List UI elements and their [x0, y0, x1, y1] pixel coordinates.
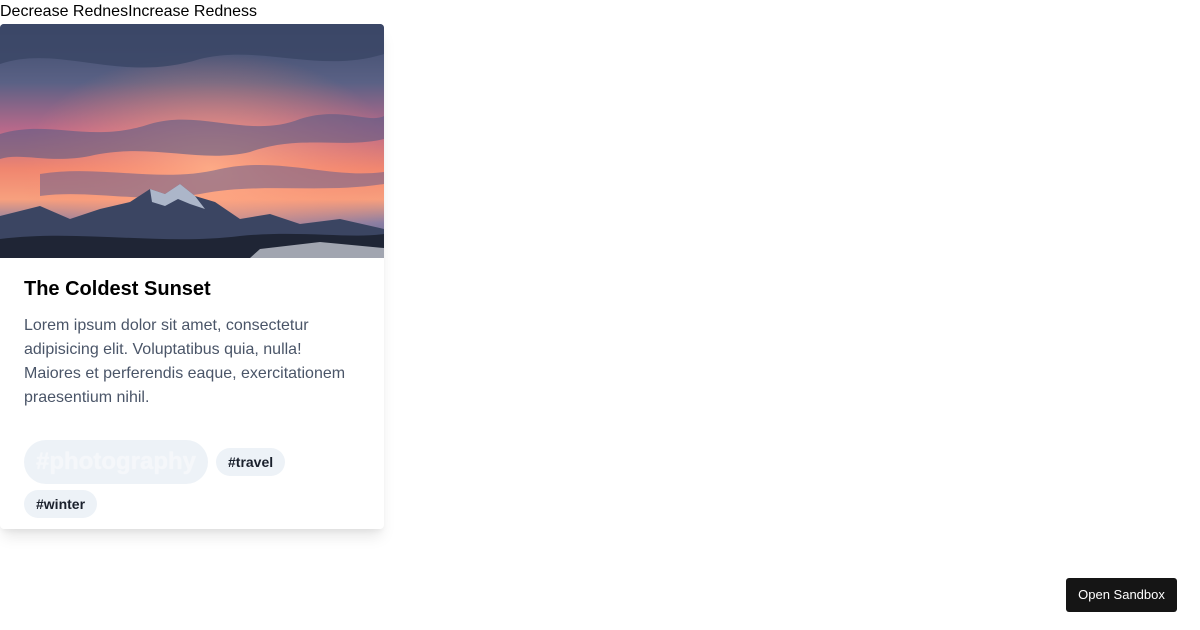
- card-body: The Coldest Sunset Lorem ipsum dolor sit…: [0, 258, 384, 410]
- sunset-mountain-image: [0, 24, 384, 258]
- tag-photography: #photography: [24, 440, 208, 484]
- card: The Coldest Sunset Lorem ipsum dolor sit…: [0, 24, 384, 529]
- card-title: The Coldest Sunset: [24, 278, 211, 300]
- open-sandbox-button[interactable]: Open Sandbox: [1066, 578, 1177, 612]
- increase-redness-button[interactable]: Increase Redness: [128, 2, 257, 22]
- decrease-redness-button[interactable]: Decrease Rednes: [0, 2, 128, 22]
- tag-winter: #winter: [24, 490, 98, 518]
- tag-list: #photography #travel #winter: [24, 440, 364, 518]
- card-description: Lorem ipsum dolor sit amet, consectetur …: [24, 317, 346, 406]
- redness-controls: Decrease Rednes Increase Redness: [0, 2, 257, 22]
- tag-travel: #travel: [216, 448, 286, 476]
